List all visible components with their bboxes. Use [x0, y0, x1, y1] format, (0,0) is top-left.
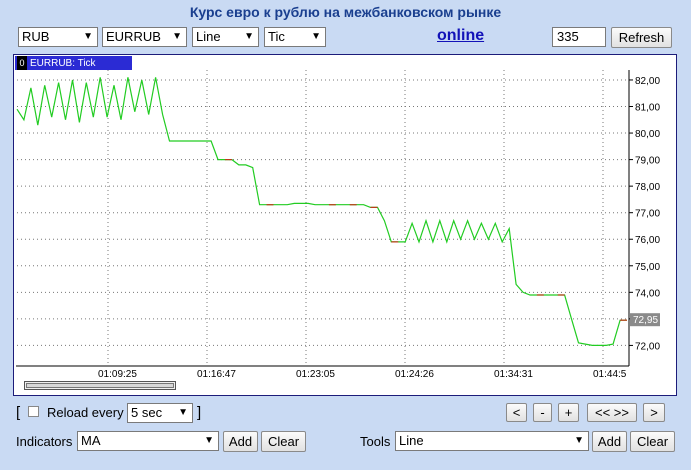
x-tick-label: 01:09:25 [98, 369, 137, 380]
y-tick-label: 74,00 [635, 288, 660, 299]
x-tick-label: 01:24:26 [395, 369, 434, 380]
x-axis: 01:09:25 01:16:47 01:23:05 01:24:26 01:34:31… [98, 369, 627, 380]
y-tick-label: 79,00 [635, 156, 660, 167]
indicators-select[interactable]: MA ▼ [77, 431, 219, 451]
y-tick-label: 72,00 [635, 341, 660, 352]
last-value-label: 72,95 [633, 315, 658, 326]
x-tick-label: 01:44:5 [593, 369, 627, 380]
fit-range-button[interactable]: << >> [587, 403, 637, 422]
y-tick-label: 82,00 [635, 76, 660, 87]
price-chart: 82,00 81,00 80,00 79,00 78,00 77,00 76,00 75,00… [16, 70, 660, 380]
indicators-label: Indicators [16, 434, 73, 449]
dropdown-arrow-icon: ▼ [574, 435, 584, 446]
reload-label: Reload every [47, 405, 124, 420]
dropdown-arrow-icon: ▼ [204, 435, 214, 446]
tools-add-button[interactable]: Add [592, 431, 627, 452]
reload-interval-value: 5 sec [131, 405, 163, 420]
bracket-open: [ [16, 404, 21, 421]
nav-right-button[interactable]: > [643, 403, 665, 422]
x-tick-label: 01:34:31 [494, 369, 533, 380]
y-tick-label: 75,00 [635, 262, 660, 273]
tools-select[interactable]: Line ▼ [395, 431, 589, 451]
x-tick-label: 01:16:47 [197, 369, 236, 380]
tools-label: Tools [360, 434, 391, 449]
tools-value: Line [399, 433, 424, 448]
tools-clear-button[interactable]: Clear [630, 431, 675, 452]
bracket-close: ] [197, 404, 202, 421]
y-tick-label: 77,00 [635, 209, 660, 220]
indicators-value: MA [81, 433, 101, 448]
y-tick-label: 78,00 [635, 182, 660, 193]
y-tick-label: 76,00 [635, 235, 660, 246]
chart-grid [17, 70, 629, 366]
indicators-add-button[interactable]: Add [223, 431, 258, 452]
zoom-in-button[interactable]: + [558, 403, 579, 422]
series-line [16, 77, 627, 346]
series-highlights [224, 159, 627, 321]
x-tick-label: 01:23:05 [296, 369, 335, 380]
zoom-out-button[interactable]: - [533, 403, 552, 422]
last-value-marker: 72,95 [630, 313, 660, 327]
y-tick-label: 80,00 [635, 129, 660, 140]
reload-checkbox[interactable] [28, 406, 39, 417]
indicators-clear-button[interactable]: Clear [261, 431, 306, 452]
nav-left-button[interactable]: < [506, 403, 527, 422]
chart-scrollbar-thumb[interactable] [26, 383, 174, 388]
y-axis: 82,00 81,00 80,00 79,00 78,00 77,00 76,00 75,00… [629, 76, 660, 352]
dropdown-arrow-icon: ▼ [178, 407, 188, 418]
y-tick-label: 81,00 [635, 103, 660, 114]
reload-interval-select[interactable]: 5 sec ▼ [127, 403, 193, 423]
